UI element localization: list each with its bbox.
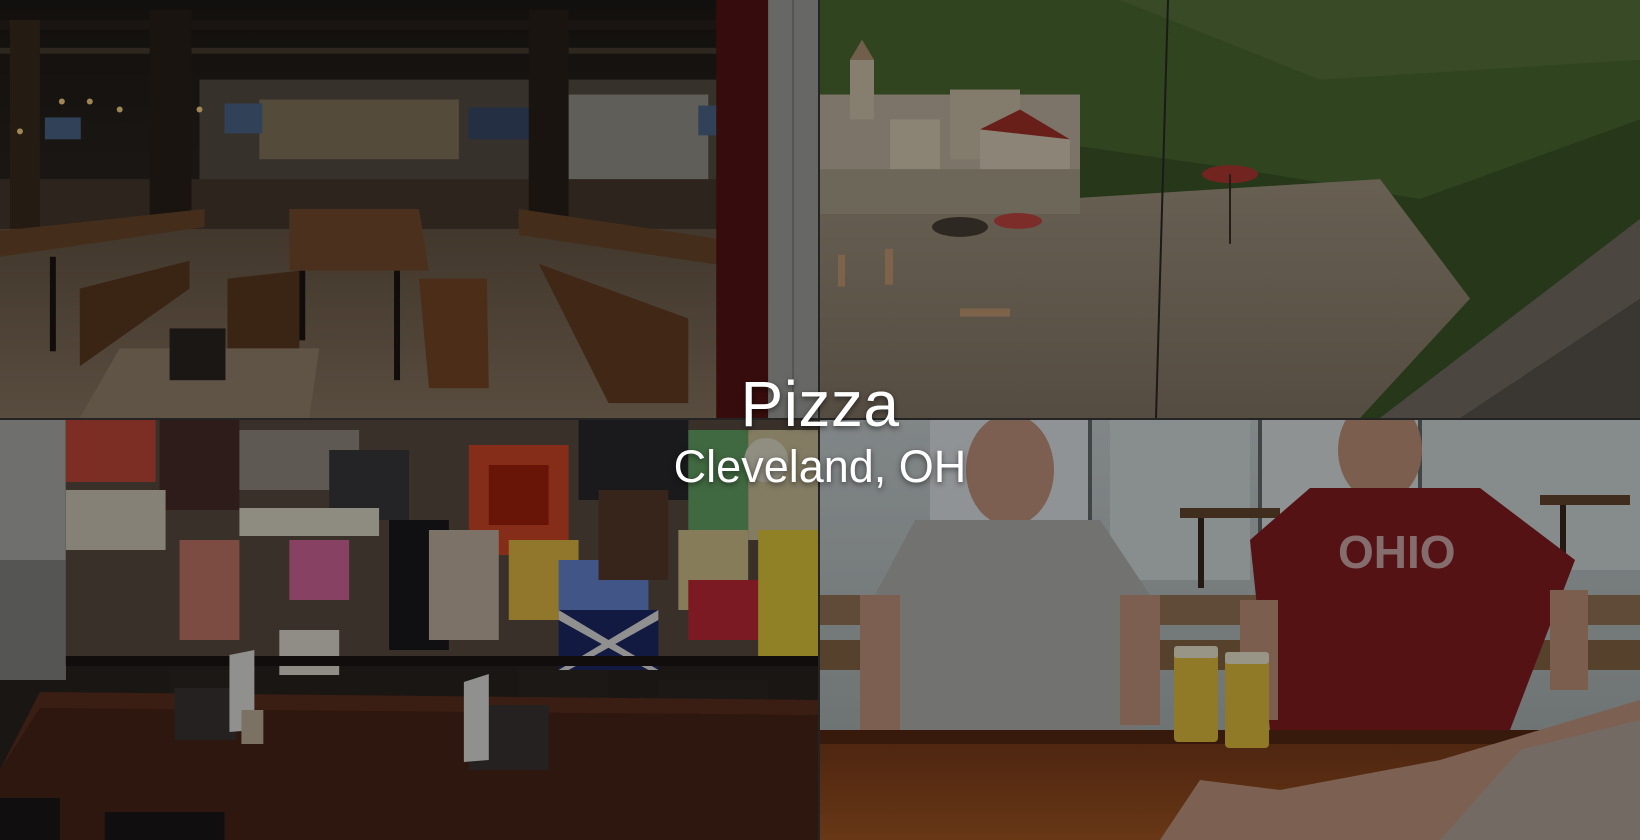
hero-caption: Pizza Cleveland, OH (0, 372, 1640, 489)
hero-banner: OHIO Pizza Cleveland, OH (0, 0, 1640, 840)
hero-location: Cleveland, OH (673, 441, 967, 492)
hero-title: Pizza (740, 368, 900, 440)
